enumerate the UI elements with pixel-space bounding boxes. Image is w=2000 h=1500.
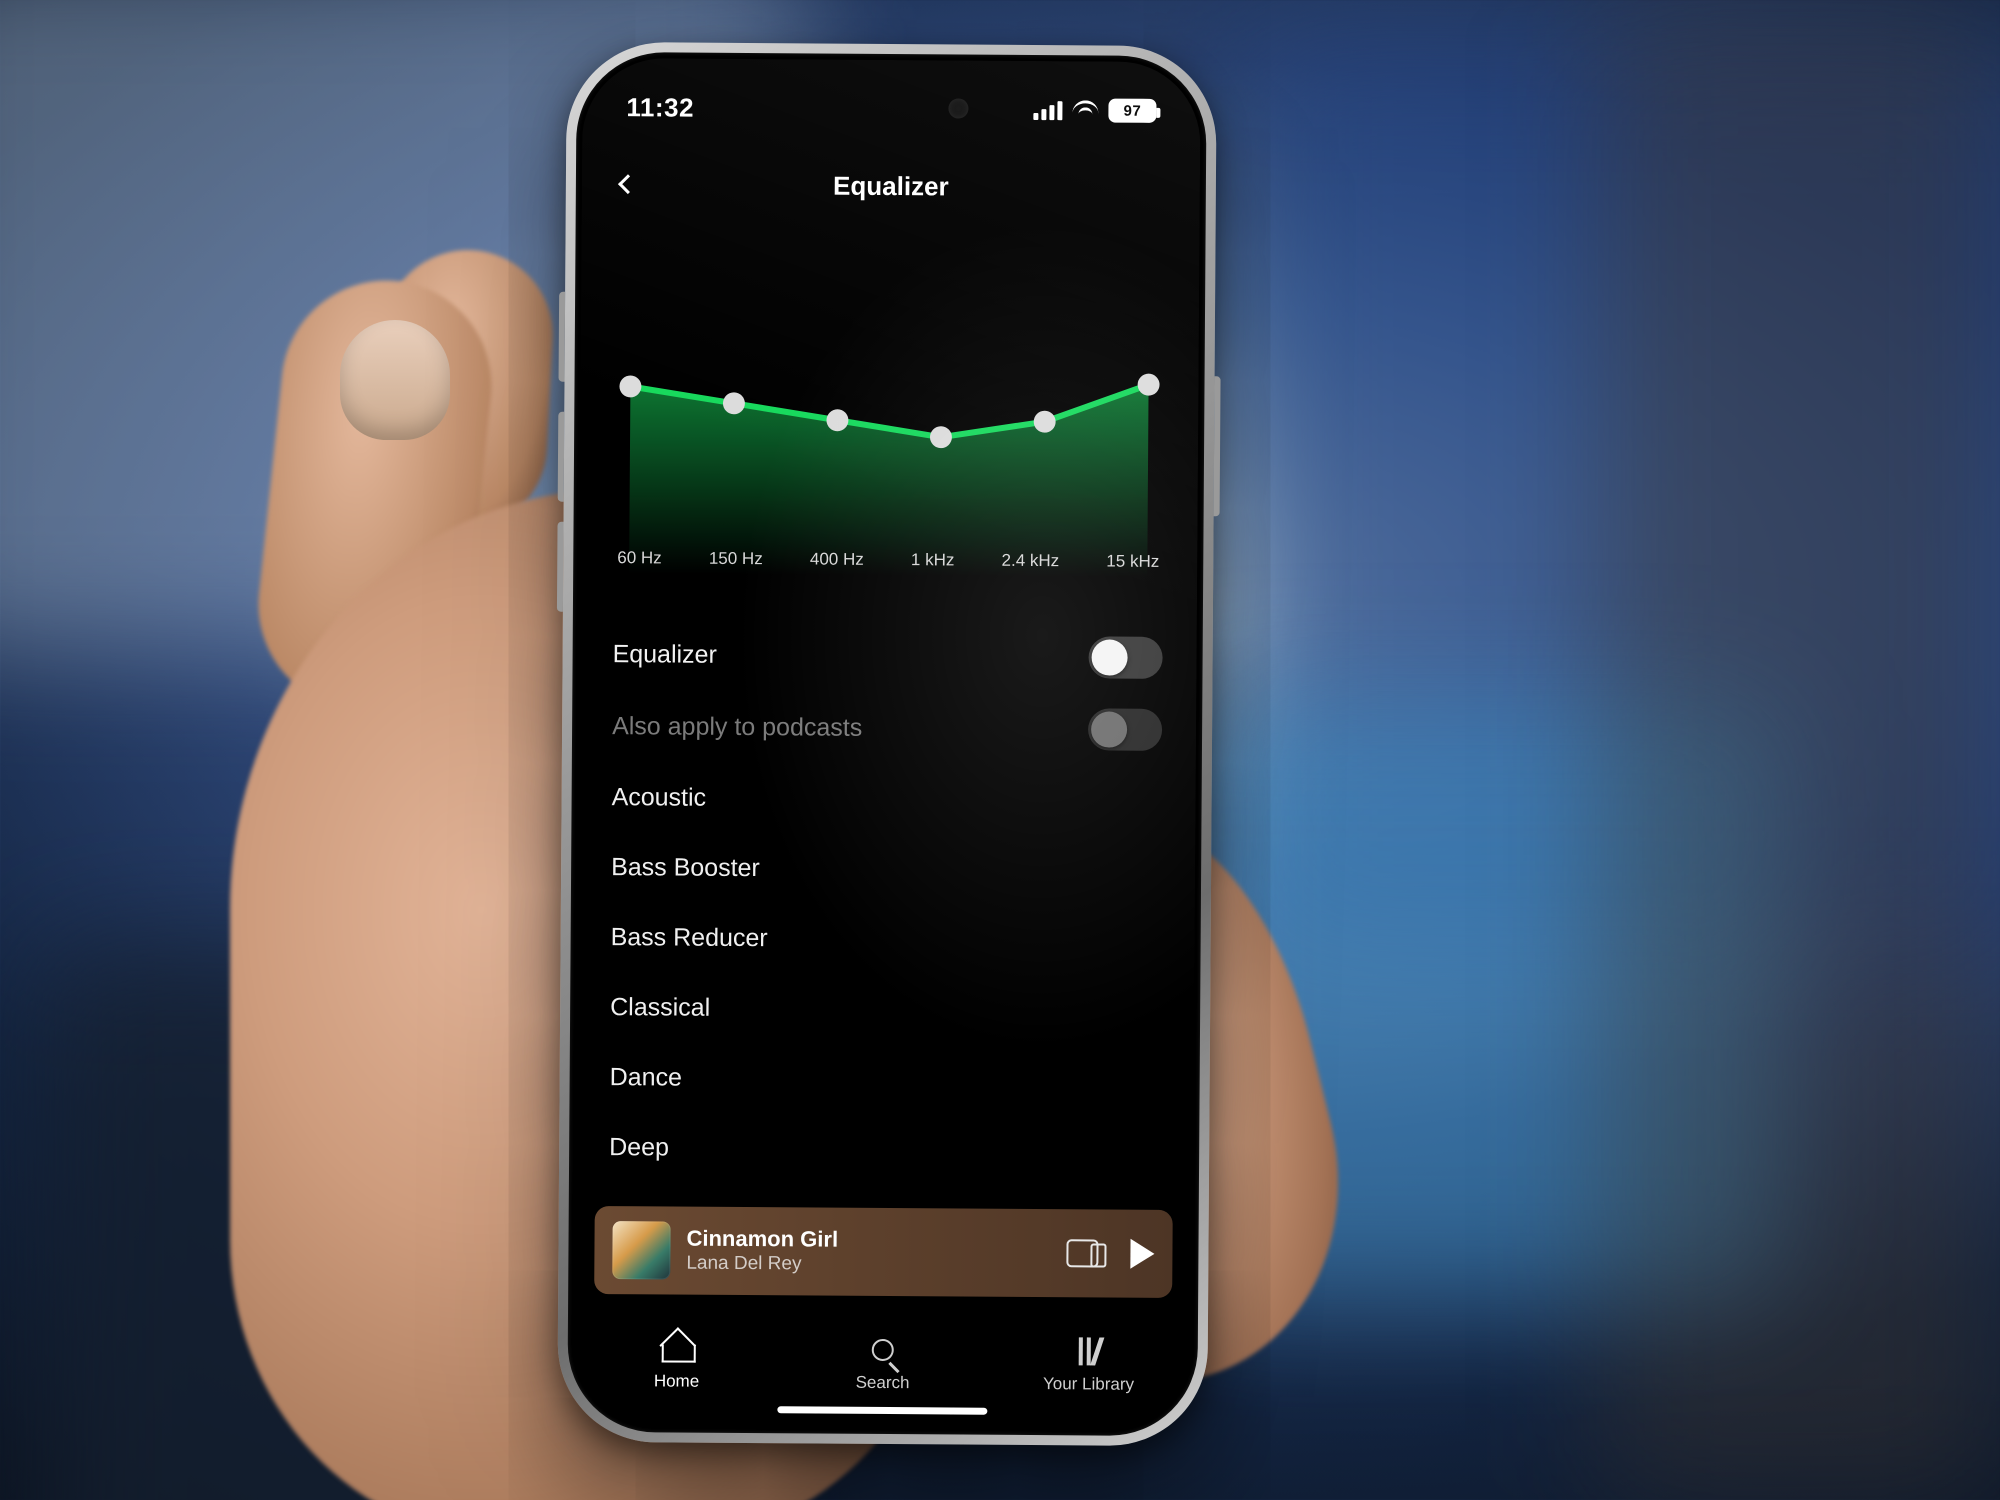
album-art	[612, 1221, 670, 1279]
chevron-left-icon	[618, 174, 638, 194]
phone-screen: 11:32 97 Equalizer	[573, 58, 1201, 1430]
home-icon	[662, 1334, 692, 1362]
now-playing-track: Cinnamon Girl	[686, 1226, 1050, 1255]
tab-home-label: Home	[654, 1371, 699, 1391]
page-title: Equalizer	[833, 170, 949, 202]
preset-acoustic[interactable]: Acoustic	[611, 762, 1161, 836]
equalizer-toggle-label: Equalizer	[613, 640, 717, 670]
battery-indicator: 97	[1108, 99, 1156, 123]
podcast-toggle-row: Also apply to podcasts	[612, 690, 1162, 766]
iphone-frame: 11:32 97 Equalizer	[557, 42, 1217, 1447]
eq-svg	[609, 264, 1169, 588]
preset-bass reducer[interactable]: Bass Reducer	[610, 902, 1160, 976]
search-icon	[872, 1339, 894, 1361]
home-indicator[interactable]	[777, 1406, 987, 1414]
eq-freq-label: 2.4 kHz	[1001, 551, 1059, 571]
eq-handle[interactable]	[930, 426, 952, 448]
eq-freq-label: 60 Hz	[617, 548, 662, 568]
tab-library-label: Your Library	[1043, 1374, 1134, 1395]
status-time: 11:32	[626, 92, 694, 123]
preset-bass booster[interactable]: Bass Booster	[611, 832, 1161, 906]
eq-handle[interactable]	[1034, 411, 1056, 433]
eq-handle[interactable]	[723, 392, 745, 414]
podcast-toggle[interactable]	[1088, 708, 1162, 751]
wifi-icon	[1072, 100, 1098, 120]
preset-dance[interactable]: Dance	[609, 1042, 1159, 1116]
equalizer-graph[interactable]	[609, 264, 1169, 588]
connect-devices-icon[interactable]	[1066, 1239, 1098, 1267]
dynamic-island	[796, 81, 986, 134]
eq-freq-label: 1 kHz	[911, 550, 955, 570]
nav-header: Equalizer	[582, 156, 1200, 216]
eq-handle[interactable]	[619, 375, 641, 397]
tab-search-label: Search	[856, 1373, 910, 1393]
equalizer-toggle[interactable]	[1088, 636, 1162, 679]
eq-freq-label: 150 Hz	[709, 549, 763, 569]
podcast-toggle-label: Also apply to podcasts	[612, 712, 862, 743]
library-icon	[1078, 1337, 1099, 1365]
preset-classical[interactable]: Classical	[610, 972, 1160, 1046]
eq-handle[interactable]	[1138, 374, 1160, 396]
preset-deep[interactable]: Deep	[609, 1112, 1159, 1186]
eq-freq-label: 15 kHz	[1106, 552, 1159, 572]
eq-frequency-labels: 60 Hz 150 Hz 400 Hz 1 kHz 2.4 kHz 15 kHz	[609, 548, 1167, 572]
tab-library[interactable]: Your Library	[985, 1299, 1192, 1430]
cellular-icon	[1033, 100, 1062, 120]
equalizer-toggle-row: Equalizer	[612, 618, 1162, 694]
play-button[interactable]	[1130, 1239, 1154, 1269]
tab-home[interactable]: Home	[573, 1296, 780, 1427]
now-playing-artist: Lana Del Rey	[686, 1252, 1050, 1277]
now-playing-bar[interactable]: Cinnamon Girl Lana Del Rey	[594, 1206, 1173, 1298]
eq-freq-label: 400 Hz	[810, 549, 864, 569]
eq-handle[interactable]	[826, 409, 848, 431]
back-button[interactable]	[608, 164, 648, 204]
settings-list: Equalizer Also apply to podcasts Acousti…	[609, 618, 1163, 1230]
